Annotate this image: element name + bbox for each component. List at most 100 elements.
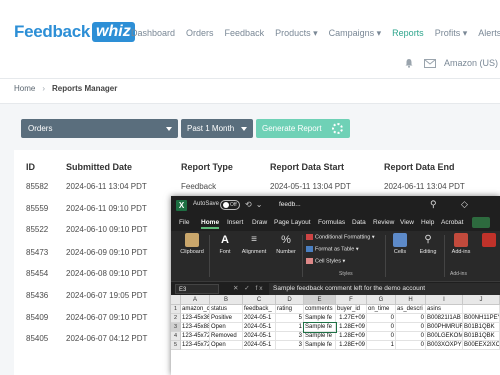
nav-products[interactable]: Products ▾ [275, 28, 318, 39]
cell-j4[interactable]: B01B1QBK [463, 332, 500, 341]
tab-help[interactable]: Help [421, 219, 434, 226]
tab-draw[interactable]: Draw [252, 219, 267, 226]
cell-c3[interactable]: 2024-05-1 [243, 323, 276, 332]
cell-j2[interactable]: B00NH11PEY [463, 314, 500, 323]
col-header-data-start[interactable]: Report Data Start [270, 162, 344, 172]
cell-a5[interactable]: 123-45x72 [181, 341, 210, 350]
nav-alerts[interactable]: Alerts ▾ [478, 28, 500, 39]
cell-i4[interactable]: B00LGEKOMS [426, 332, 463, 341]
conditional-formatting-button[interactable]: Conditional Formatting ▾ [306, 234, 375, 240]
cell-d1[interactable]: rating [276, 305, 304, 314]
cell-d4[interactable]: 3 [276, 332, 304, 341]
font-group[interactable]: A Font [213, 233, 237, 255]
nav-campaigns[interactable]: Campaigns ▾ [329, 28, 382, 39]
cell-e1[interactable]: comments [304, 305, 336, 314]
cell-f4[interactable]: 1.28E+09 [336, 332, 367, 341]
editing-group[interactable]: ⚲ Editing [414, 233, 442, 255]
tab-home[interactable]: Home [201, 219, 220, 229]
format-as-table-button[interactable]: Format as Table ▾ [306, 246, 359, 252]
cell-i1[interactable]: asins [426, 305, 463, 314]
cell-j3[interactable]: B01B1QBK [463, 323, 500, 332]
quick-access-icons[interactable]: ⟲⌄ [245, 200, 266, 209]
nav-reports[interactable]: Reports [392, 28, 424, 39]
formula-input[interactable]: Sample feedback comment left for the dem… [269, 283, 500, 295]
nav-orders[interactable]: Orders [186, 28, 214, 39]
tab-review[interactable]: Review [373, 219, 394, 226]
cell-d5[interactable]: 3 [276, 341, 304, 350]
period-select[interactable]: Past 1 Month [181, 119, 253, 138]
formula-icons[interactable]: ✕ ✓ fx [233, 284, 265, 292]
mail-icon[interactable] [424, 59, 436, 68]
search-icon[interactable]: ⚲ [430, 199, 437, 210]
cell-d2[interactable]: 5 [276, 314, 304, 323]
col-header-submitted-date[interactable]: Submitted Date [66, 162, 132, 172]
cell-b3[interactable]: Open [210, 323, 243, 332]
cell-e4[interactable]: Sample fe [304, 332, 336, 341]
spreadsheet-grid[interactable]: A B C D E F G H I J 1 2 3 4 5 amazon_c s… [171, 295, 500, 375]
col-header-id[interactable]: ID [26, 162, 35, 172]
cell-styles-button[interactable]: Cell Styles ▾ [306, 258, 345, 264]
tab-file[interactable]: File [179, 219, 189, 226]
cell-b4[interactable]: Removed [210, 332, 243, 341]
cell-c5[interactable]: 2024-05-1 [243, 341, 276, 350]
cell-h5[interactable]: 0 [396, 341, 426, 350]
select-all-corner[interactable] [171, 295, 181, 305]
tab-insert[interactable]: Insert [227, 219, 243, 226]
row-header-3[interactable]: 3 [171, 323, 181, 332]
cell-g3[interactable]: 0 [367, 323, 396, 332]
copilot-icon[interactable]: ◇ [461, 199, 468, 210]
brand-logo[interactable]: Feedback whiz [14, 22, 135, 42]
col-header-report-type[interactable]: Report Type [181, 162, 233, 172]
tab-formulas[interactable]: Formulas [318, 219, 345, 226]
cell-h2[interactable]: 0 [396, 314, 426, 323]
col-c[interactable]: C [243, 295, 276, 305]
cell-g4[interactable]: 0 [367, 332, 396, 341]
cell-h4[interactable]: 0 [396, 332, 426, 341]
tab-data[interactable]: Data [352, 219, 366, 226]
cell-a3[interactable]: 123-45x88 [181, 323, 210, 332]
cell-a2[interactable]: 123-45x36 [181, 314, 210, 323]
cell-c2[interactable]: 2024-05-1 [243, 314, 276, 323]
alignment-group[interactable]: ≡ Alignment [239, 233, 269, 255]
col-j[interactable]: J [463, 295, 500, 305]
cell-f5[interactable]: 1.28E+09 [336, 341, 367, 350]
tab-view[interactable]: View [400, 219, 414, 226]
number-group[interactable]: % Number [273, 233, 299, 255]
cell-d3[interactable]: 1 [276, 323, 304, 332]
cell-c1[interactable]: feedback_ [243, 305, 276, 314]
breadcrumb-home[interactable]: Home [14, 84, 35, 93]
row-header-5[interactable]: 5 [171, 341, 181, 350]
addins-group[interactable]: Add-ins [447, 233, 475, 255]
cell-b5[interactable]: Open [210, 341, 243, 350]
row-header-4[interactable]: 4 [171, 332, 181, 341]
cell-g5[interactable]: 1 [367, 341, 396, 350]
col-h[interactable]: H [396, 295, 426, 305]
comments-button[interactable] [472, 217, 490, 228]
cell-i3[interactable]: B00PHMRUFC [426, 323, 463, 332]
account-selector[interactable]: Amazon (US) [444, 58, 498, 68]
col-e[interactable]: E [304, 295, 336, 305]
col-a[interactable]: A [181, 295, 210, 305]
report-type-select[interactable]: Orders [21, 119, 178, 138]
cell-e2[interactable]: Sample fe [304, 314, 336, 323]
cell-c4[interactable]: 2024-05-1 [243, 332, 276, 341]
col-d[interactable]: D [276, 295, 304, 305]
cell-i5[interactable]: B003XOXPY8 [426, 341, 463, 350]
col-f[interactable]: F [336, 295, 367, 305]
row-header-2[interactable]: 2 [171, 314, 181, 323]
row-header-1[interactable]: 1 [171, 305, 181, 314]
name-box[interactable]: E3 [175, 284, 219, 294]
cell-j5[interactable]: B00EEX2IXC [463, 341, 500, 350]
tab-acrobat[interactable]: Acrobat [441, 219, 463, 226]
cells-group[interactable]: Cells [389, 233, 411, 255]
nav-profits[interactable]: Profits ▾ [435, 28, 468, 39]
col-b[interactable]: B [210, 295, 243, 305]
cell-f3[interactable]: 1.28E+09 [336, 323, 367, 332]
cell-f1[interactable]: buyer_id [336, 305, 367, 314]
cell-b1[interactable]: status [210, 305, 243, 314]
cell-h1[interactable]: as_descri [396, 305, 426, 314]
nav-feedback[interactable]: Feedback [225, 28, 265, 39]
cell-a1[interactable]: amazon_c [181, 305, 210, 314]
clipboard-group[interactable]: Clipboard [177, 233, 207, 255]
cell-a4[interactable]: 123-45x72 [181, 332, 210, 341]
